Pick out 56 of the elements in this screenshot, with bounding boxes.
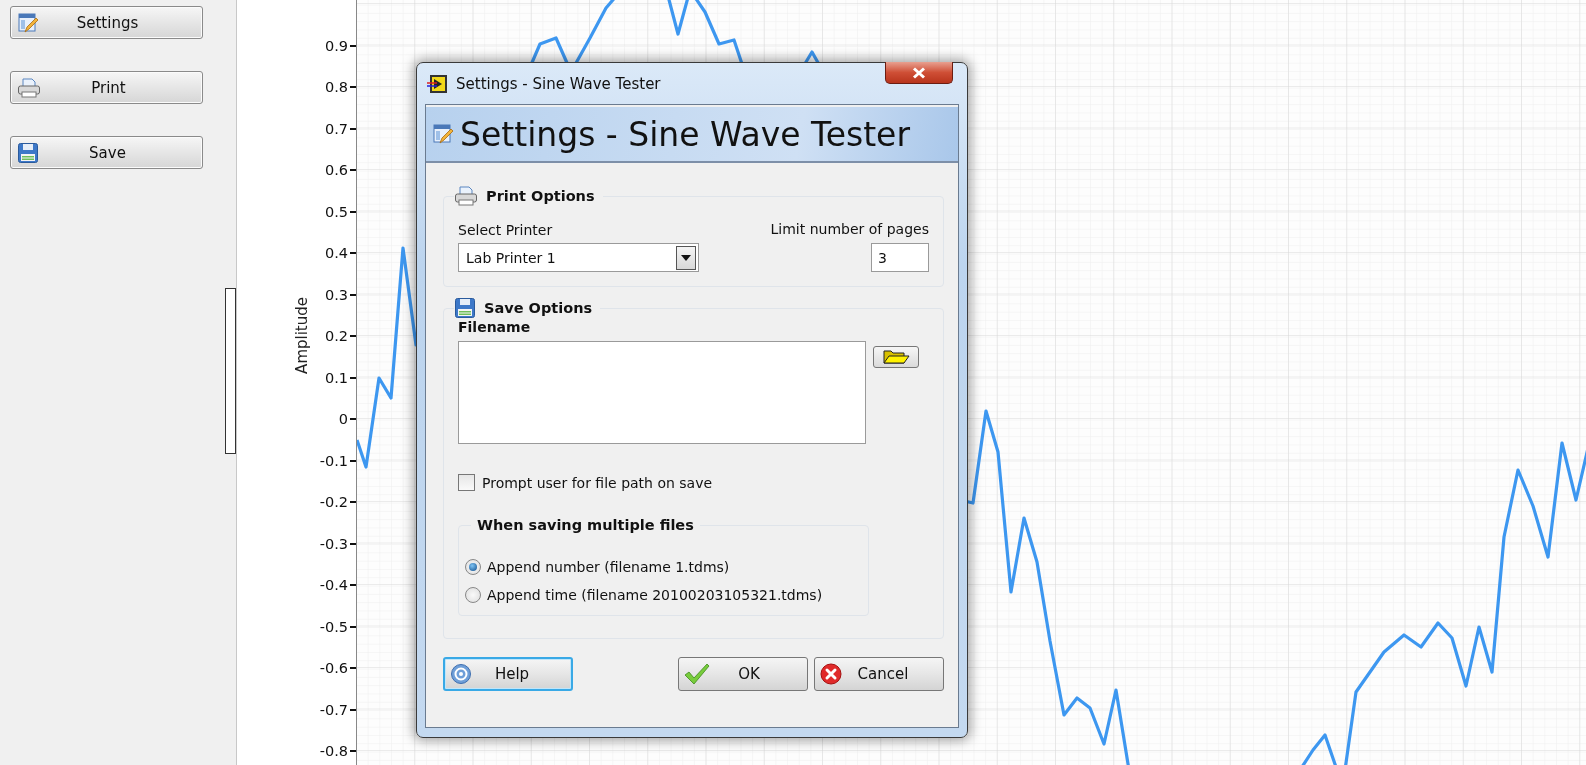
radio-button[interactable] (465, 587, 481, 603)
axis-tick-label: -0.1 (319, 452, 348, 469)
axis-tick-label: 0.8 (324, 79, 348, 95)
axis-tick-label: -0.7 (319, 701, 348, 718)
axis-tick-label: 0.6 (324, 162, 348, 178)
axis-tick-label: 0 (338, 411, 348, 427)
group-title: Save Options (484, 300, 593, 316)
filename-field[interactable] (458, 341, 866, 444)
browse-button[interactable] (873, 346, 919, 368)
close-icon (911, 66, 927, 79)
axis-tick-label: 0.1 (324, 369, 348, 386)
axis-tick-label: 0.9 (324, 37, 348, 54)
printer-icon (454, 185, 478, 207)
folder-icon (882, 349, 910, 365)
axis-tick-label: -0.6 (319, 660, 348, 676)
dialog-button[interactable]: OK (678, 657, 808, 691)
radio-label[interactable]: Append number (filename 1.tdms) (487, 559, 730, 575)
field-label: Select Printer (458, 222, 554, 238)
group-title: Print Options (486, 188, 595, 204)
sidebar-button[interactable]: Print (10, 71, 203, 104)
dialog-heading: Settings - Sine Wave Tester (460, 114, 910, 154)
axis-tick-label: 0.2 (324, 328, 348, 344)
dialog-button[interactable]: Help (443, 657, 573, 691)
window-title: Settings - Sine Wave Tester (456, 74, 661, 93)
axis-tick-label: 0.3 (324, 286, 348, 303)
settings-icon (432, 123, 454, 145)
checkbox[interactable] (458, 474, 475, 491)
printer-icon (17, 76, 41, 99)
close-button[interactable] (885, 62, 953, 84)
axis-tick-label: -0.4 (319, 577, 348, 593)
radio-button[interactable] (465, 559, 481, 575)
sidebar-button[interactable]: Settings (10, 6, 203, 39)
axis-tick-label: -0.8 (319, 743, 348, 759)
help-icon (450, 663, 472, 685)
cancel-icon (820, 663, 842, 685)
axis-tick-label: -0.3 (319, 535, 348, 552)
field-label: Limit number of pages (770, 221, 929, 237)
axis-tick-label: 0.5 (324, 203, 348, 220)
printer-dropdown[interactable]: Lab Printer 1 (458, 243, 699, 272)
group-title: When saving multiple files (477, 517, 694, 533)
radio-label[interactable]: Append time (filename 20100203105321.tdms) (487, 587, 823, 603)
axis-title: Amplitude (293, 297, 311, 374)
splitter-handle[interactable] (225, 288, 236, 454)
dialog-button[interactable]: Cancel (814, 657, 944, 691)
dropdown-arrow-icon (681, 254, 691, 261)
axis-tick-label: -0.5 (319, 618, 348, 635)
pages-input[interactable]: 3 (871, 243, 929, 272)
app-icon (427, 73, 449, 94)
check-icon (684, 663, 710, 685)
settings-icon (17, 11, 39, 34)
checkbox-label[interactable]: Prompt user for file path on save (482, 474, 713, 491)
sidebar-button[interactable]: Save (10, 136, 203, 169)
axis-tick-label: 0.7 (324, 120, 348, 137)
axis-tick-label: 0.4 (324, 245, 348, 261)
field-label: Filename (458, 319, 531, 335)
axis-tick-label: -0.2 (319, 494, 348, 510)
